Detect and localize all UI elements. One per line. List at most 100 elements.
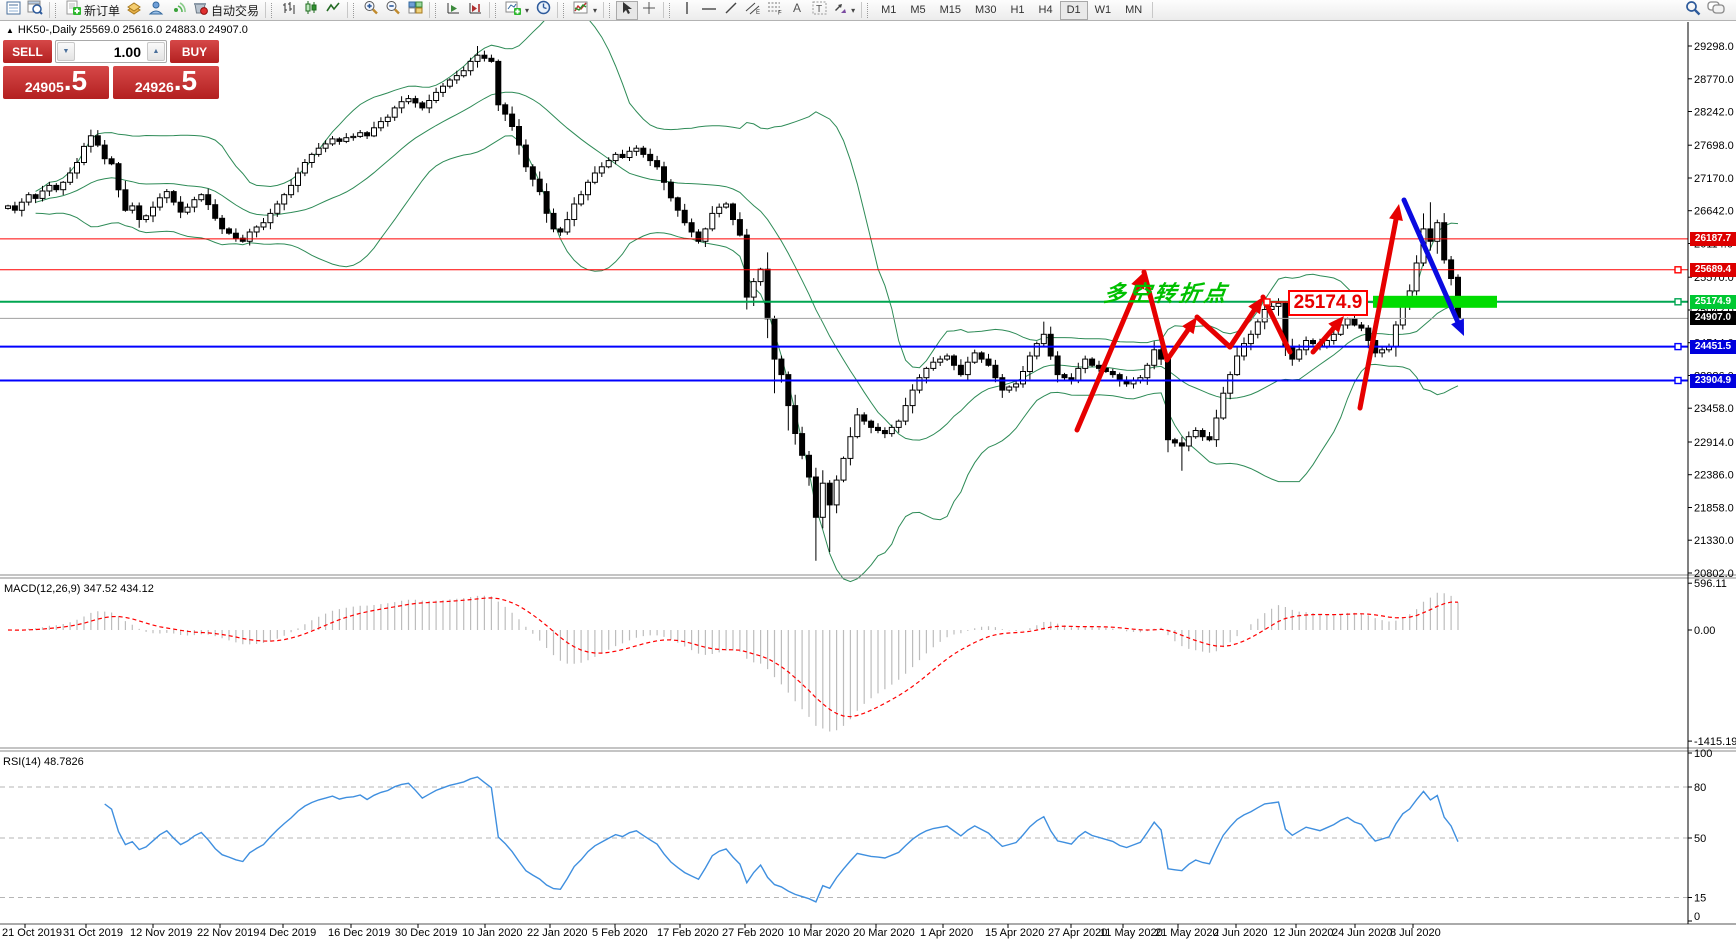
timeframe-m1[interactable]: M1 bbox=[874, 1, 903, 20]
arrows-icon bbox=[833, 1, 847, 20]
channel-tool-button[interactable]: E bbox=[742, 1, 764, 20]
timeframe-d1[interactable]: D1 bbox=[1059, 0, 1088, 20]
zoom-in-button[interactable] bbox=[360, 1, 382, 20]
trendline-icon bbox=[724, 1, 738, 20]
svg-text:27 Apr 2020: 27 Apr 2020 bbox=[1048, 927, 1107, 939]
one-click-trading-panel: SELL ▼ 1.00 ▲ BUY 24905.5 24926.5 bbox=[3, 40, 219, 99]
line-chart-mode-button[interactable] bbox=[322, 1, 344, 20]
timeframe-mn[interactable]: MN bbox=[1118, 1, 1149, 20]
zoom-in-icon bbox=[363, 0, 379, 20]
price-callout-label[interactable]: 25174.9 bbox=[1288, 290, 1368, 316]
charts-list-button[interactable] bbox=[2, 1, 24, 20]
profile-magnifier-icon bbox=[27, 0, 43, 20]
svg-text:80: 80 bbox=[1694, 782, 1706, 794]
svg-text:0.00: 0.00 bbox=[1694, 625, 1715, 637]
chat-button[interactable] bbox=[1704, 1, 1728, 20]
svg-text:22 Jan 2020: 22 Jan 2020 bbox=[527, 927, 588, 939]
fibonacci-tool-button[interactable]: F bbox=[764, 1, 786, 20]
timeframe-m30[interactable]: M30 bbox=[968, 1, 1003, 20]
arrows-tool-button[interactable]: ▾ bbox=[830, 1, 858, 20]
timeframe-m5[interactable]: M5 bbox=[903, 1, 932, 20]
auto-scroll-button[interactable] bbox=[442, 1, 464, 20]
volume-decrease-button[interactable]: ▼ bbox=[57, 42, 75, 61]
volume-value[interactable]: 1.00 bbox=[76, 41, 146, 62]
period-clock-button[interactable] bbox=[532, 0, 554, 20]
svg-text:22914.0: 22914.0 bbox=[1694, 437, 1734, 449]
sell-price-button[interactable]: 24905.5 bbox=[3, 66, 109, 99]
price-tag-23904.9: 23904.9 bbox=[1690, 374, 1736, 388]
svg-text:28770.0: 28770.0 bbox=[1694, 74, 1734, 86]
svg-text:15: 15 bbox=[1694, 893, 1706, 905]
pane-separator-rsi[interactable] bbox=[0, 747, 1736, 752]
svg-text:5 Feb 2020: 5 Feb 2020 bbox=[592, 927, 648, 939]
fibonacci-icon: F bbox=[767, 0, 783, 20]
blue-down-arrow[interactable] bbox=[1401, 197, 1464, 336]
horizontal-line-object[interactable] bbox=[0, 376, 1688, 385]
new-chart-button[interactable]: ▾ bbox=[502, 1, 532, 20]
expert-advisors-button[interactable] bbox=[123, 1, 145, 20]
tile-windows-button[interactable] bbox=[404, 1, 426, 20]
svg-text:27170.0: 27170.0 bbox=[1694, 173, 1734, 185]
collapse-panel-icon[interactable]: ▲ bbox=[6, 26, 14, 35]
vertical-line-tool-button[interactable] bbox=[676, 1, 698, 20]
green-support-bar[interactable] bbox=[1373, 295, 1497, 308]
svg-text:28242.0: 28242.0 bbox=[1694, 107, 1734, 119]
svg-text:2 Jun 2020: 2 Jun 2020 bbox=[1213, 927, 1267, 939]
community-button[interactable] bbox=[145, 1, 167, 20]
chart-ohlc-title: ▲ HK50-,Daily 25569.0 25616.0 24883.0 249… bbox=[6, 24, 248, 36]
new-order-button[interactable]: 新订单 bbox=[62, 0, 123, 20]
svg-text:T: T bbox=[816, 4, 822, 15]
tile-windows-icon bbox=[408, 1, 423, 20]
svg-text:27 Feb 2020: 27 Feb 2020 bbox=[722, 927, 784, 939]
profiles-button[interactable] bbox=[24, 0, 46, 20]
buy-price-fraction: .5 bbox=[173, 65, 198, 96]
candlestick-mode-button[interactable] bbox=[300, 1, 322, 20]
indicators-button[interactable]: ▾ bbox=[570, 1, 600, 20]
cursor-tool-button[interactable] bbox=[616, 0, 639, 20]
candlestick-icon bbox=[304, 0, 318, 20]
svg-text:21 May 2020: 21 May 2020 bbox=[1155, 927, 1219, 939]
community-person-icon bbox=[148, 0, 164, 20]
bar-chart-mode-button[interactable] bbox=[278, 1, 300, 20]
svg-text:8 Jul 2020: 8 Jul 2020 bbox=[1390, 927, 1441, 939]
horizontal-line-tool-button[interactable] bbox=[698, 1, 720, 20]
timeframe-h4[interactable]: H4 bbox=[1032, 1, 1060, 20]
chart-shift-button[interactable] bbox=[464, 1, 486, 20]
svg-text:21330.0: 21330.0 bbox=[1694, 535, 1734, 547]
timeframe-h1[interactable]: H1 bbox=[1003, 1, 1031, 20]
buy-price-button[interactable]: 24926.5 bbox=[113, 66, 219, 99]
turning-point-annotation[interactable]: 多空转折点 bbox=[1102, 276, 1232, 308]
svg-text:21 Oct 2019: 21 Oct 2019 bbox=[2, 927, 62, 939]
crosshair-tool-button[interactable] bbox=[638, 1, 660, 20]
svg-text:21858.0: 21858.0 bbox=[1694, 503, 1734, 515]
svg-text:23458.0: 23458.0 bbox=[1694, 403, 1734, 415]
zoom-out-icon bbox=[385, 0, 401, 20]
sell-button[interactable]: SELL bbox=[3, 40, 52, 63]
timeframe-group: M1 M5 M15 M30 H1 H4 D1 W1 MN bbox=[874, 0, 1149, 20]
text-label-tool-button[interactable]: T bbox=[808, 1, 830, 20]
volume-field[interactable]: ▼ 1.00 ▲ bbox=[55, 40, 167, 63]
price-tag-24907.0: 24907.0 bbox=[1690, 311, 1736, 325]
price-tag-25689.4: 25689.4 bbox=[1690, 263, 1736, 277]
svg-text:22386.0: 22386.0 bbox=[1694, 470, 1734, 482]
text-icon: A bbox=[791, 1, 803, 19]
arrows-caret-icon: ▾ bbox=[851, 5, 856, 15]
trendline-tool-button[interactable] bbox=[720, 1, 742, 20]
signals-button[interactable] bbox=[167, 1, 189, 20]
buy-button[interactable]: BUY bbox=[170, 40, 219, 63]
search-button[interactable] bbox=[1682, 0, 1704, 20]
text-tool-button[interactable]: A bbox=[786, 1, 808, 20]
pane-separator-macd[interactable] bbox=[0, 574, 1736, 579]
autotrading-button[interactable]: 自动交易 bbox=[189, 1, 262, 20]
timeframe-m15[interactable]: M15 bbox=[933, 1, 968, 20]
volume-increase-button[interactable]: ▲ bbox=[147, 42, 165, 61]
rsi-axis-ticks: 100 80 50 15 0 bbox=[1688, 748, 1712, 923]
cursor-arrow-icon bbox=[621, 1, 633, 20]
zoom-out-button[interactable] bbox=[382, 1, 404, 20]
autotrading-label: 自动交易 bbox=[211, 3, 260, 18]
chart-area[interactable]: 29298.0 28770.0 28242.0 27698.0 27170.0 26642… bbox=[0, 0, 1736, 944]
horizontal-line-object[interactable] bbox=[0, 342, 1688, 351]
timeframe-w1[interactable]: W1 bbox=[1088, 1, 1119, 20]
svg-text:24 Jun 2020: 24 Jun 2020 bbox=[1332, 927, 1393, 939]
svg-text:100: 100 bbox=[1694, 748, 1712, 760]
